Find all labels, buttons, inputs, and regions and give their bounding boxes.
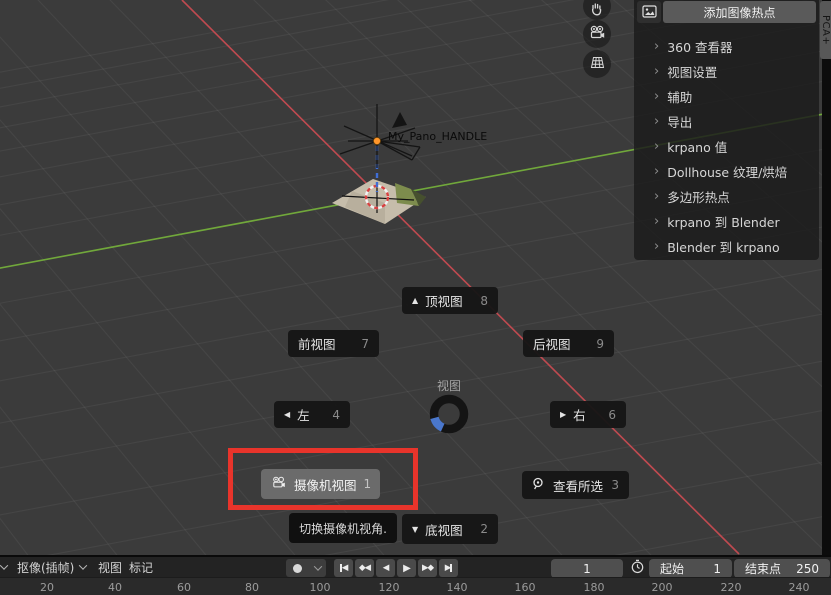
pie-item-bottom-view[interactable]: ▼底视图2 bbox=[402, 514, 498, 544]
sidebar-tab-strip bbox=[822, 0, 831, 555]
pie-item-front-view[interactable]: 前视图7 bbox=[288, 330, 379, 357]
sidebar-item-1[interactable]: ›视图设置 bbox=[634, 59, 819, 84]
image-icon bbox=[642, 3, 657, 22]
pie-center-ring bbox=[428, 394, 472, 438]
triangle-down-icon: ▼ bbox=[412, 525, 418, 534]
chevron-right-icon: › bbox=[654, 189, 659, 204]
menu-marker[interactable]: 标记 bbox=[129, 557, 153, 577]
sidebar-item-2[interactable]: ›辅助 bbox=[634, 84, 819, 109]
sidebar-item-7[interactable]: ›krpano 到 Blender bbox=[634, 209, 819, 234]
chevron-right-icon: › bbox=[654, 214, 659, 229]
shortcut-key: 9 bbox=[596, 337, 604, 351]
stopwatch-icon bbox=[630, 559, 645, 577]
ruler-frame-220: 220 bbox=[711, 581, 751, 594]
sidebar-item-5[interactable]: ›Dollhouse 纹理/烘焙 bbox=[634, 159, 819, 184]
ruler-frame-60: 60 bbox=[164, 581, 204, 594]
hand-icon bbox=[589, 0, 605, 21]
viewport-3d[interactable]: My_Pano_HANDLE bbox=[0, 0, 831, 555]
image-datablock-button[interactable] bbox=[637, 1, 661, 23]
triangle-left-icon: ◀ bbox=[284, 410, 290, 419]
object-name-label: My_Pano_HANDLE bbox=[388, 130, 487, 143]
record-button[interactable] bbox=[286, 559, 309, 577]
keying-dropdown[interactable]: 抠像(插帧) bbox=[17, 557, 86, 577]
ruler-frame-40: 40 bbox=[95, 581, 135, 594]
ruler-frame-160: 160 bbox=[505, 581, 545, 594]
timeline-header: 抠像(插帧) 视图 标记 ◀◆◀◀▶▶◆▶ 1 起始1 结束点25 bbox=[0, 555, 831, 577]
use-preview-range-button[interactable] bbox=[628, 559, 647, 577]
triangle-up-icon: ▲ bbox=[412, 296, 418, 305]
ruler-frame-80: 80 bbox=[232, 581, 272, 594]
camera-view-tooltip: 切换摄像机视角. bbox=[289, 513, 397, 543]
blender-window: My_Pano_HANDLE bbox=[0, 0, 831, 595]
pie-item-view-selected[interactable]: 查看所选3 bbox=[522, 471, 629, 499]
sidebar-tab-pca[interactable]: PCA+ bbox=[820, 1, 831, 59]
chevron-right-icon: › bbox=[654, 139, 659, 154]
pie-item-back-view[interactable]: 后视图9 bbox=[523, 330, 614, 357]
frame-end-field[interactable]: 结束点250 bbox=[734, 559, 830, 578]
ruler-frame-100: 100 bbox=[300, 581, 340, 594]
ruler-frame-200: 200 bbox=[642, 581, 682, 594]
sidebar-item-6[interactable]: ›多边形热点 bbox=[634, 184, 819, 209]
chevron-right-icon: › bbox=[654, 89, 659, 104]
pie-item-top-view[interactable]: ▲顶视图8 bbox=[402, 287, 498, 314]
chevron-down-icon bbox=[0, 561, 8, 569]
sidebar-panel: 添加图像热点 ›360 查看器›视图设置›辅助›导出›krpano 值›Doll… bbox=[634, 0, 819, 260]
ruler-frame-120: 120 bbox=[369, 581, 409, 594]
chevron-right-icon: › bbox=[654, 39, 659, 54]
camera-icon bbox=[589, 25, 606, 44]
ruler-frame-240: 240 bbox=[779, 581, 819, 594]
chevron-right-icon: › bbox=[654, 239, 659, 254]
sidebar-item-0[interactable]: ›360 查看器 bbox=[634, 34, 819, 59]
shortcut-key: 7 bbox=[361, 337, 369, 351]
prev-keyframe-button[interactable]: ◆◀ bbox=[355, 559, 374, 577]
shortcut-key: 8 bbox=[480, 294, 488, 308]
ortho-grid-button[interactable] bbox=[583, 50, 611, 78]
menu-view[interactable]: 视图 bbox=[98, 557, 122, 577]
pie-item-left-view[interactable]: ◀左4 bbox=[274, 401, 350, 428]
ruler-frame-180: 180 bbox=[574, 581, 614, 594]
current-frame-field[interactable]: 1 bbox=[551, 559, 623, 578]
empty-origin-dot bbox=[373, 137, 380, 144]
triangle-right-icon: ▶ bbox=[560, 410, 566, 419]
chevron-down-icon bbox=[313, 562, 321, 570]
annotation-highlight-rectangle bbox=[228, 448, 418, 510]
editor-type-dropdown[interactable] bbox=[1, 557, 7, 577]
timeline-ruler[interactable]: 20 40 60 80 100 120 140 160 180 200 220 240 bbox=[0, 577, 831, 595]
next-keyframe-button[interactable]: ▶◆ bbox=[418, 559, 437, 577]
shortcut-key: 6 bbox=[608, 408, 616, 422]
pie-menu-title: 视图 bbox=[409, 377, 489, 394]
sidebar-item-8[interactable]: ›Blender 到 krpano bbox=[634, 234, 819, 259]
record-icon bbox=[293, 564, 302, 573]
play-button[interactable]: ▶ bbox=[397, 559, 416, 577]
sidebar-item-3[interactable]: ›导出 bbox=[634, 109, 819, 134]
camera-view-button[interactable] bbox=[583, 20, 611, 48]
pie-item-right-view[interactable]: ▶右6 bbox=[550, 401, 626, 428]
camera-object bbox=[392, 112, 407, 128]
zoom-selected-icon bbox=[532, 477, 546, 494]
play-reverse-button[interactable]: ◀ bbox=[376, 559, 395, 577]
shortcut-key: 2 bbox=[480, 522, 488, 536]
add-image-hotspot-button[interactable]: 添加图像热点 bbox=[663, 1, 816, 23]
chevron-down-icon bbox=[79, 561, 87, 569]
shortcut-key: 3 bbox=[611, 478, 619, 492]
chevron-right-icon: › bbox=[654, 164, 659, 179]
frame-start-field[interactable]: 起始1 bbox=[649, 559, 732, 578]
jump-to-start-button[interactable]: ◀ bbox=[334, 559, 353, 577]
auto-keying-group bbox=[286, 559, 326, 577]
grid-icon bbox=[589, 55, 606, 74]
sidebar-item-4[interactable]: ›krpano 值 bbox=[634, 134, 819, 159]
chevron-right-icon: › bbox=[654, 64, 659, 79]
ruler-frame-20: 20 bbox=[27, 581, 67, 594]
jump-to-end-button[interactable]: ▶ bbox=[439, 559, 458, 577]
keying-options-dropdown[interactable] bbox=[309, 559, 326, 577]
chevron-right-icon: › bbox=[654, 114, 659, 129]
shortcut-key: 4 bbox=[332, 408, 340, 422]
ruler-frame-140: 140 bbox=[437, 581, 477, 594]
